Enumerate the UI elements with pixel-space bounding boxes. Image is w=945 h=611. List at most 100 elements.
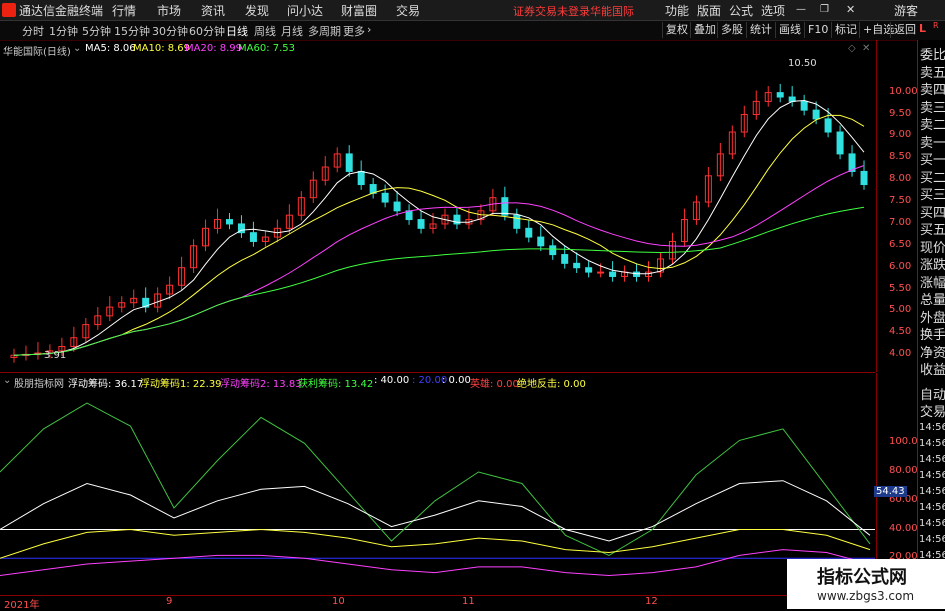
candle bbox=[357, 170, 365, 186]
side-panel-auto[interactable]: 交易 bbox=[920, 401, 945, 420]
indicator-chart[interactable] bbox=[0, 373, 875, 595]
price-axis: 10.00 9.50 9.00 8.50 8.00 7.50 7.00 6.50 6.00 5.5… bbox=[876, 40, 918, 372]
multi-stock-button[interactable]: 多股 bbox=[717, 22, 746, 38]
tick-time: 14:56 bbox=[919, 534, 945, 545]
candle bbox=[609, 271, 617, 277]
price-axis-label: 4.00 bbox=[889, 348, 912, 360]
draw-line-button[interactable]: 画线 bbox=[775, 22, 804, 38]
minimize-icon[interactable]: — bbox=[796, 4, 806, 15]
tick-time: 14:56 bbox=[919, 502, 945, 513]
price-axis-label: 9.50 bbox=[889, 107, 912, 119]
candle bbox=[824, 118, 832, 133]
period-tab-more[interactable]: 更多 bbox=[343, 23, 365, 39]
period-tab-timeshare[interactable]: 分时 bbox=[22, 23, 44, 39]
indicator-value-9: 绝地反击: 0.00 bbox=[517, 379, 586, 390]
indicator-line bbox=[0, 480, 871, 542]
chevron-right-icon[interactable]: › bbox=[367, 23, 371, 36]
side-panel-item: 买五 bbox=[920, 223, 945, 238]
side-panel-item: 外盘 bbox=[920, 310, 945, 326]
r-badge: R bbox=[933, 21, 939, 30]
candle bbox=[417, 219, 425, 229]
ma60-line bbox=[13, 206, 865, 356]
period-tab-30min[interactable]: 30分钟 bbox=[152, 23, 188, 39]
menu-item-news[interactable]: 资讯 bbox=[201, 2, 225, 19]
menu-item-market[interactable]: 行情 bbox=[112, 2, 136, 19]
indicator-value-2: 浮动筹码1: 22.39 bbox=[140, 379, 222, 390]
close-panel-icon[interactable]: ✕ bbox=[862, 43, 870, 54]
price-axis-label: 6.50 bbox=[889, 238, 912, 250]
menu-item-ask[interactable]: 问小达 bbox=[287, 2, 323, 19]
tick-time: 14:56 bbox=[919, 470, 945, 481]
period-tab-1min[interactable]: 1分钟 bbox=[49, 23, 78, 39]
chevron-down-icon[interactable]: ⌄ bbox=[73, 43, 81, 54]
close-icon[interactable]: ✕ bbox=[846, 3, 855, 16]
login-notice-link[interactable]: 证券交易未登录 bbox=[513, 3, 590, 19]
menu-item-wealth[interactable]: 财富圈 bbox=[341, 2, 377, 19]
date-label-11: 11 bbox=[462, 596, 475, 607]
indicator-value-1: 浮动筹码: 36.17 bbox=[68, 379, 144, 390]
menu-item-discover[interactable]: 发现 bbox=[245, 2, 269, 19]
period-tab-5min[interactable]: 5分钟 bbox=[82, 23, 111, 39]
price-axis-label: 7.50 bbox=[889, 195, 912, 207]
menu-item-options[interactable]: 选项 bbox=[761, 2, 785, 19]
side-panel-item: 净资 bbox=[920, 345, 945, 361]
period-tab-multi[interactable]: 多周期 bbox=[308, 23, 341, 39]
period-tab-monthly[interactable]: 月线 bbox=[281, 23, 303, 39]
menu-item-markets[interactable]: 市场 bbox=[157, 2, 181, 19]
indicator-line bbox=[0, 549, 871, 577]
indicator-svg bbox=[0, 402, 875, 577]
f10-button[interactable]: F10 bbox=[804, 22, 831, 38]
side-panel-item: 委比 bbox=[920, 48, 945, 63]
period-toolbar: 分时 1分钟 5分钟 15分钟 30分钟 60分钟 日线 周线 月线 多周期 更… bbox=[0, 21, 945, 41]
diamond-icon[interactable]: ◇ bbox=[848, 43, 856, 54]
price-axis-label: 8.50 bbox=[889, 151, 912, 163]
ma10-label: MA10: 8.69 bbox=[133, 43, 191, 54]
price-axis-label: 8.00 bbox=[889, 173, 912, 185]
main-kline-chart[interactable] bbox=[0, 40, 875, 373]
side-panel-item: 卖三 bbox=[920, 100, 945, 116]
chevron-down-icon-2[interactable]: ⌄ bbox=[3, 375, 11, 386]
candle bbox=[800, 100, 808, 111]
kline-svg bbox=[10, 83, 868, 363]
side-panel-item: 收益 bbox=[920, 363, 945, 378]
period-tab-weekly[interactable]: 周线 bbox=[254, 23, 276, 39]
mark-button[interactable]: 标记 bbox=[831, 22, 860, 38]
app-logo-icon bbox=[2, 3, 16, 17]
adjust-button[interactable]: 复权 bbox=[662, 22, 691, 38]
back-button[interactable]: 返回 bbox=[890, 22, 919, 38]
menu-item-layout[interactable]: 版面 bbox=[697, 2, 721, 19]
indicator-value-7: : 0.00 bbox=[442, 375, 471, 386]
side-panel-item: 买二 bbox=[920, 170, 945, 186]
user-label[interactable]: 游客 bbox=[894, 2, 918, 19]
candle bbox=[561, 254, 569, 264]
menu-item-formula[interactable]: 公式 bbox=[729, 2, 753, 19]
restore-icon[interactable]: ❐ bbox=[820, 4, 829, 15]
period-tab-60min[interactable]: 60分钟 bbox=[189, 23, 225, 39]
candle bbox=[513, 214, 521, 229]
ma20-line bbox=[13, 165, 865, 356]
price-axis-label: 7.00 bbox=[889, 216, 912, 228]
candle bbox=[597, 271, 605, 274]
side-panel-item: 卖二 bbox=[920, 118, 945, 133]
watermark-title: 指标公式网 bbox=[817, 567, 907, 588]
overlay-button[interactable]: 叠加 bbox=[690, 22, 719, 38]
statistics-button[interactable]: 统计 bbox=[746, 22, 775, 38]
side-panel-item: 涨幅 bbox=[920, 275, 945, 291]
price-axis-label: 5.00 bbox=[889, 304, 912, 316]
indicator-axis-label: 80.00 bbox=[889, 465, 918, 477]
candle bbox=[860, 170, 868, 186]
low-price-label: 3.91 bbox=[44, 350, 67, 361]
side-panel-item: 换手 bbox=[920, 328, 945, 343]
period-tab-daily[interactable]: 日线 bbox=[226, 23, 248, 39]
app-title: 通达信金融终端 bbox=[19, 4, 104, 18]
indicator-line bbox=[0, 402, 871, 556]
stock-name-link[interactable]: 华能国际 bbox=[590, 3, 634, 19]
date-label-9: 9 bbox=[166, 596, 173, 607]
date-label-10: 10 bbox=[332, 596, 345, 607]
period-tab-15min[interactable]: 15分钟 bbox=[114, 23, 150, 39]
menu-item-function[interactable]: 功能 bbox=[665, 2, 689, 19]
menu-item-trade[interactable]: 交易 bbox=[396, 2, 420, 19]
tick-time: 14:56 bbox=[919, 486, 945, 497]
tick-time: 14:56 bbox=[919, 438, 945, 449]
side-panel-item: 卖四 bbox=[920, 83, 945, 98]
